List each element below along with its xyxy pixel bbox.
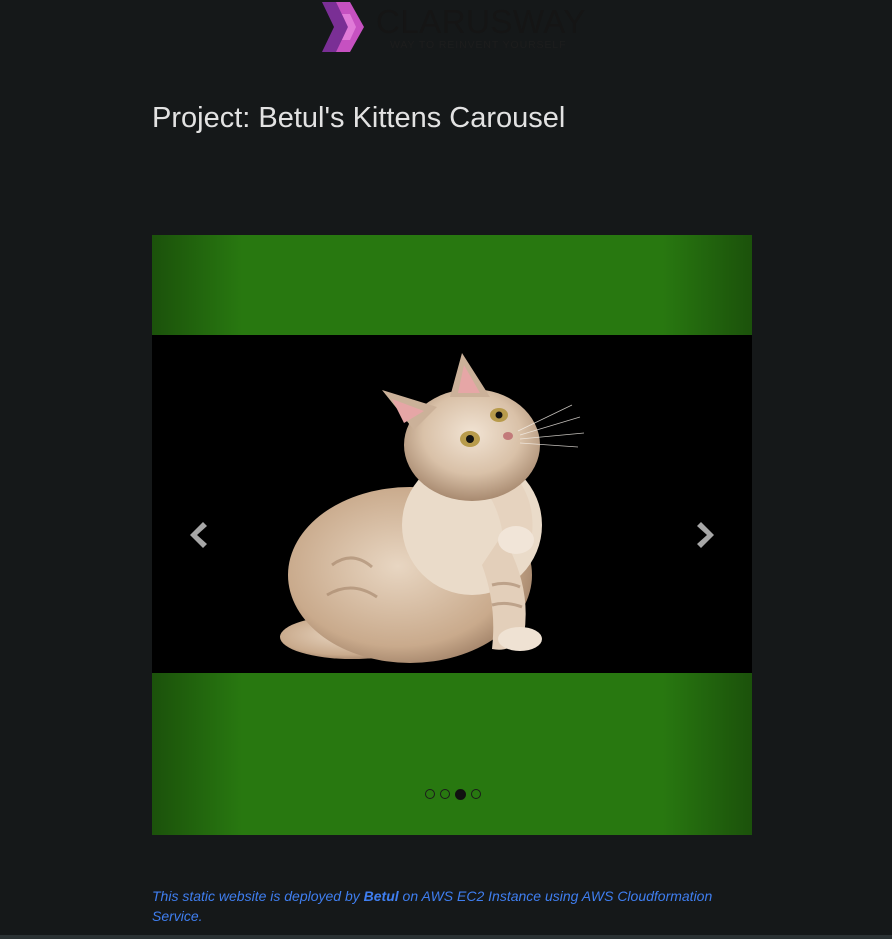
bottom-strip — [0, 935, 892, 939]
clarusway-logo[interactable]: CLARUSWAY WAY TO REINVENT YOURSELF — [320, 0, 585, 54]
deployment-note-prefix: This static website is deployed by — [152, 888, 364, 904]
deployment-author: Betul — [363, 888, 399, 904]
logo-tagline: WAY TO REINVENT YOURSELF — [390, 39, 567, 51]
logo-title: CLARUSWAY — [376, 3, 586, 40]
page: CLARUSWAY WAY TO REINVENT YOURSELF Proje… — [0, 0, 892, 939]
deployment-note: This static website is deployed by Betul… — [152, 886, 752, 926]
kittens-carousel — [152, 235, 752, 835]
logo-chevron-icon — [322, 2, 364, 52]
carousel-prev-button[interactable] — [152, 235, 242, 835]
carousel-indicators — [152, 787, 752, 801]
page-title: Project: Betul's Kittens Carousel — [152, 102, 566, 134]
carousel-indicator[interactable] — [471, 789, 481, 799]
carousel-indicator[interactable] — [425, 789, 435, 799]
carousel-indicator[interactable] — [440, 789, 450, 799]
chevron-left-icon — [190, 522, 207, 548]
chevron-right-icon — [697, 522, 714, 548]
carousel-indicator-active[interactable] — [455, 788, 466, 800]
carousel-next-button[interactable] — [662, 235, 752, 835]
